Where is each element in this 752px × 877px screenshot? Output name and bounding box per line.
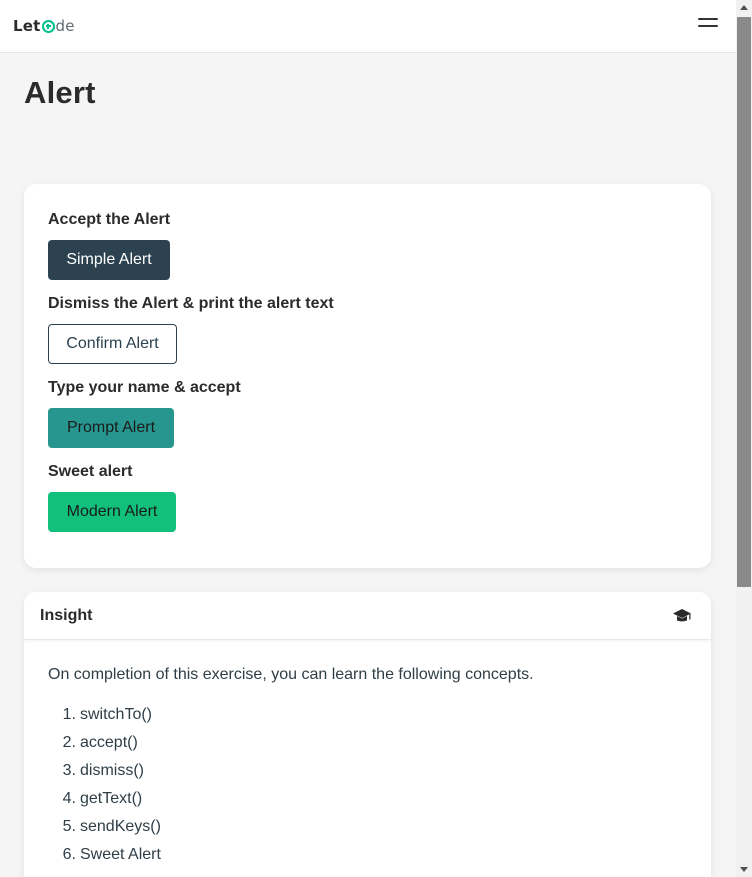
concept-text: Sweet Alert (80, 846, 161, 863)
list-number: 1. (62, 706, 76, 723)
dismiss-alert-label: Dismiss the Alert & print the alert text (48, 295, 334, 312)
scroll-down-arrow-icon[interactable] (736, 861, 752, 877)
prompt-alert-label: Type your name & accept (48, 379, 241, 396)
insight-header: Insight (24, 592, 711, 640)
modern-alert-button[interactable]: Modern Alert (48, 492, 176, 532)
list-item: 1. switchTo() (48, 704, 161, 732)
list-item: 2. accept() (48, 732, 161, 760)
concept-list: 1. switchTo() 2. accept() 3. dismiss() 4. ge… (48, 704, 161, 872)
list-number: 3. (62, 762, 76, 779)
insight-intro: On completion of this exercise, you can … (48, 666, 534, 683)
prompt-alert-button[interactable]: Prompt Alert (48, 408, 174, 448)
letcode-logo[interactable]: Let de (13, 16, 75, 36)
vertical-scrollbar[interactable] (736, 0, 752, 877)
sweet-alert-label: Sweet alert (48, 463, 133, 480)
scroll-up-arrow-icon[interactable] (736, 0, 752, 16)
list-item: 4. getText() (48, 788, 161, 816)
page-title: Alert (24, 75, 96, 110)
list-number: 2. (62, 734, 76, 751)
page-viewport: Let de Alert Accept the Alert Simple Ale… (0, 0, 736, 877)
concept-text: accept() (80, 734, 138, 751)
simple-alert-button[interactable]: Simple Alert (48, 240, 170, 280)
logo-prefix: Let (13, 17, 41, 35)
scrollbar-thumb[interactable] (737, 17, 751, 587)
concept-text: getText() (80, 790, 143, 807)
concept-text: dismiss() (80, 762, 144, 779)
menu-bar-top (698, 18, 718, 20)
list-number: 6. (62, 846, 76, 863)
menu-bar-bottom (698, 25, 718, 27)
graduation-cap-icon[interactable] (672, 606, 692, 626)
list-number: 5. (62, 818, 76, 835)
list-item: 5. sendKeys() (48, 816, 161, 844)
list-item: 6. Sweet Alert (48, 844, 161, 872)
insight-title: Insight (40, 607, 93, 624)
alerts-card: Accept the Alert Simple Alert Dismiss th… (24, 184, 711, 568)
concept-text: switchTo() (80, 706, 153, 723)
list-item: 3. dismiss() (48, 760, 161, 788)
concept-text: sendKeys() (80, 818, 161, 835)
logo-suffix: de (55, 17, 75, 35)
hamburger-menu-icon[interactable] (696, 15, 720, 33)
top-navbar: Let de (0, 0, 736, 53)
accept-alert-label: Accept the Alert (48, 211, 171, 228)
confirm-alert-button[interactable]: Confirm Alert (48, 324, 177, 364)
code-plus-icon (41, 19, 55, 33)
insight-card: Insight On completion of this exercise, … (24, 592, 711, 877)
list-number: 4. (62, 790, 76, 807)
